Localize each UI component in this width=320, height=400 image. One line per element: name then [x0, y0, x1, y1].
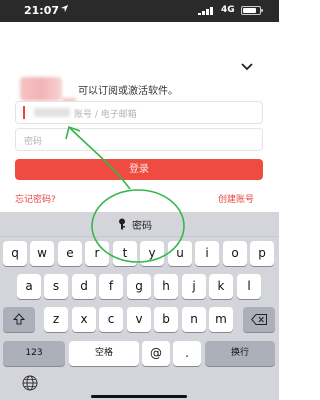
- blurred-account-prefix: [34, 108, 70, 117]
- key-c[interactable]: c: [99, 307, 123, 332]
- suggestion-bar: 密码: [0, 212, 279, 237]
- key-u[interactable]: u: [168, 241, 192, 266]
- home-indicator: [91, 395, 187, 398]
- keyboard: 密码 q w e r t y u i o p a s d f g h j k l…: [0, 212, 279, 400]
- account-input[interactable]: 账号 / 电子邮箱: [15, 101, 263, 124]
- battery-icon: [241, 6, 263, 15]
- key-k[interactable]: k: [209, 274, 233, 299]
- return-key[interactable]: 换行: [205, 341, 275, 366]
- at-key[interactable]: @: [142, 341, 170, 366]
- create-account-link[interactable]: 创建账号: [218, 192, 254, 205]
- login-subtitle: 可以订阅或激活软件。: [78, 86, 178, 97]
- key-b[interactable]: b: [154, 307, 178, 332]
- account-placeholder: 账号 / 电子邮箱: [74, 110, 137, 120]
- key-t[interactable]: t: [113, 241, 137, 266]
- phone-screen: 21:07 4G 可以订阅或激活软件。 账号 / 电子邮箱 密码 登录 忘记密码…: [0, 0, 279, 400]
- key-icon: [119, 218, 125, 230]
- password-suggestion[interactable]: 密码: [132, 217, 152, 232]
- dot-key[interactable]: .: [173, 341, 201, 366]
- text-cursor: [23, 106, 25, 119]
- key-l[interactable]: l: [237, 274, 261, 299]
- blurred-app-name: [20, 77, 62, 101]
- key-z[interactable]: z: [44, 307, 68, 332]
- shift-key[interactable]: [3, 307, 35, 332]
- key-x[interactable]: x: [72, 307, 96, 332]
- key-r[interactable]: r: [85, 241, 109, 266]
- login-button[interactable]: 登录: [15, 159, 263, 180]
- key-d[interactable]: d: [72, 274, 96, 299]
- key-m[interactable]: m: [209, 307, 233, 332]
- status-bar: 21:07 4G: [0, 0, 279, 22]
- key-i[interactable]: i: [195, 241, 219, 266]
- delete-icon: [251, 314, 267, 325]
- location-arrow-icon: [60, 4, 69, 13]
- key-s[interactable]: s: [44, 274, 68, 299]
- key-o[interactable]: o: [223, 241, 247, 266]
- chevron-down-icon[interactable]: [240, 62, 254, 72]
- key-v[interactable]: v: [127, 307, 151, 332]
- key-w[interactable]: w: [30, 241, 54, 266]
- password-input[interactable]: 密码: [15, 128, 263, 151]
- key-a[interactable]: a: [17, 274, 41, 299]
- network-type: 4G: [221, 5, 235, 15]
- key-e[interactable]: e: [58, 241, 82, 266]
- delete-key[interactable]: [243, 307, 275, 332]
- key-f[interactable]: f: [99, 274, 123, 299]
- key-j[interactable]: j: [182, 274, 206, 299]
- space-key[interactable]: 空格: [69, 341, 139, 366]
- shift-icon: [12, 313, 26, 325]
- forgot-password-link[interactable]: 忘记密码?: [15, 192, 56, 205]
- key-q[interactable]: q: [3, 241, 27, 266]
- key-h[interactable]: h: [154, 274, 178, 299]
- numbers-key[interactable]: 123: [3, 341, 65, 366]
- password-placeholder: 密码: [24, 137, 43, 147]
- signal-icon: [198, 7, 213, 15]
- key-g[interactable]: g: [127, 274, 151, 299]
- status-time: 21:07: [24, 4, 60, 17]
- key-p[interactable]: p: [250, 241, 274, 266]
- globe-icon[interactable]: [22, 375, 38, 391]
- key-y[interactable]: y: [140, 241, 164, 266]
- key-n[interactable]: n: [182, 307, 206, 332]
